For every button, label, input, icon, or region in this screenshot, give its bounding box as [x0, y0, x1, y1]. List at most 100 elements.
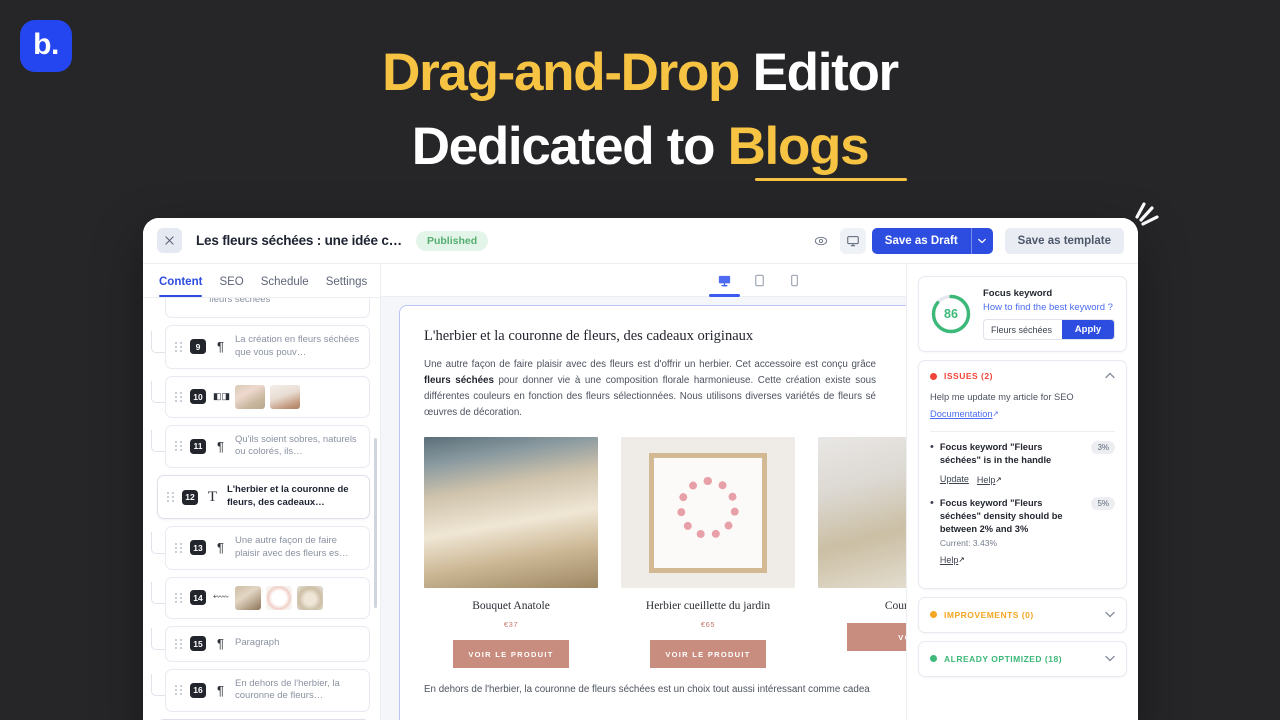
block-card[interactable]: 13 ¶ Une autre façon de faire plaisir av…	[165, 525, 370, 570]
chevron-down-icon[interactable]	[1105, 654, 1115, 664]
block-list-item[interactable]: 9 ¶ La création en fleurs séchées que vo…	[151, 325, 370, 369]
drag-handle-icon[interactable]	[175, 441, 183, 452]
close-editor-button[interactable]	[157, 228, 182, 253]
seo-documentation-link[interactable]: Documentation	[930, 409, 993, 419]
block-card[interactable]: 16 ¶ En dehors de l'herbier, la couronne…	[165, 668, 370, 713]
seo-score-ring: 86	[930, 293, 972, 335]
seo-issue-help-link[interactable]: Help	[940, 555, 959, 565]
block-card[interactable]: 15 ¶ Paragraph	[165, 625, 370, 662]
block-list-item-partial[interactable]: fleurs séchées	[151, 298, 370, 318]
drag-handle-icon[interactable]	[175, 592, 183, 603]
product-cta-button[interactable]: VOIR LE PRODUIT	[453, 640, 569, 668]
product-cta-button[interactable]: VOIR LE PRODUIT	[650, 640, 766, 668]
seo-issue-help-link[interactable]: Help	[977, 475, 996, 485]
thumbnail	[235, 585, 261, 610]
tab-settings[interactable]: Settings	[326, 276, 368, 297]
device-mobile-button[interactable]	[787, 264, 802, 297]
save-as-draft-button[interactable]: Save as Draft	[871, 227, 971, 254]
seo-issue-item: • Focus keyword "Fleurs séchées" is in t…	[930, 441, 1115, 487]
tab-schedule[interactable]: Schedule	[261, 276, 309, 297]
save-options-caret-button[interactable]	[970, 227, 993, 254]
product-tag-icon: ⬳	[213, 591, 229, 603]
product-card[interactable]: Herbier cueillette du jardin €65 VOIR LE…	[621, 437, 795, 668]
block-list-item[interactable]: 16 ¶ En dehors de l'herbier, la couronne…	[151, 668, 370, 713]
paragraph-part-1: Une autre façon de faire plaisir avec de…	[424, 359, 876, 370]
tree-connector	[151, 298, 165, 306]
thumbnail	[297, 585, 323, 610]
block-label: Qu'ils soient sobres, naturels ou coloré…	[235, 433, 357, 458]
block-list-item[interactable]: 10 ◧◨	[151, 375, 370, 418]
apply-keyword-button[interactable]: Apply	[1062, 320, 1114, 339]
block-list-item[interactable]: 14 ⬳	[151, 576, 370, 619]
seo-section-header[interactable]: ISSUES (2)	[919, 361, 1126, 391]
app-topbar: Les fleurs séchées : une idée c… Publish…	[143, 218, 1138, 264]
chevron-down-icon[interactable]	[1105, 610, 1115, 620]
drag-handle-icon[interactable]	[175, 542, 183, 553]
block-card[interactable]: 14 ⬳	[165, 576, 370, 619]
block-list-item[interactable]: 15 ¶ Paragraph	[151, 625, 370, 662]
block-list[interactable]: fleurs séchées 9 ¶ La création en fleurs…	[143, 298, 380, 720]
save-as-template-button[interactable]: Save as template	[1004, 227, 1124, 254]
block-number-badge: 12	[182, 489, 198, 505]
block-card[interactable]: 10 ◧◨	[165, 375, 370, 418]
drag-handle-icon[interactable]	[167, 492, 175, 503]
block-card[interactable]: 9 ¶ La création en fleurs séchées que vo…	[165, 325, 370, 369]
seo-issue-current: Current: 3.43%	[939, 537, 998, 548]
tree-connector	[151, 531, 165, 554]
block-thumbnails	[235, 585, 323, 610]
block-number-badge: 10	[190, 389, 206, 405]
block-list-item-selected[interactable]: 12 T L'herbier et la couronne de fleurs,…	[151, 475, 370, 519]
seo-issue-help-group[interactable]: Help↗	[977, 470, 1002, 488]
block-card[interactable]: fleurs séchées	[165, 298, 370, 318]
preview-eye-button[interactable]	[808, 228, 834, 254]
save-draft-group: Save as Draft	[871, 227, 993, 254]
tree-connector	[151, 430, 165, 453]
seo-issue-help-group[interactable]: Help↗	[940, 550, 965, 568]
seo-issue-actions: Help↗	[940, 550, 1082, 568]
block-list-item[interactable]: 13 ¶ Une autre façon de faire plaisir av…	[151, 525, 370, 570]
drag-handle-icon[interactable]	[175, 638, 183, 649]
block-list-scrollbar[interactable]	[374, 438, 377, 608]
paragraph-icon: ¶	[217, 540, 224, 556]
headline-line-2: Dedicated to Blogs	[0, 110, 1280, 184]
external-link-icon: ↗	[958, 554, 965, 564]
block-number-badge: 11	[190, 438, 206, 454]
block-card[interactable]: 11 ¶ Qu'ils soient sobres, naturels ou c…	[165, 424, 370, 469]
block-card[interactable]: 12 T L'herbier et la couronne de fleurs,…	[157, 475, 370, 519]
eye-icon	[814, 236, 827, 245]
chevron-up-glyph	[1105, 372, 1115, 379]
left-panel: Content SEO Schedule Settings fleurs séc…	[143, 264, 381, 720]
drag-handle-icon[interactable]	[175, 341, 183, 352]
desktop-icon	[718, 275, 731, 286]
focus-keyword-input[interactable]: Fleurs séchées	[984, 325, 1062, 335]
paragraph-icon: ¶	[217, 682, 224, 698]
device-preview-button[interactable]	[839, 227, 866, 254]
seo-section-header[interactable]: ALREADY OPTIMIZED (18)	[919, 642, 1126, 676]
block-label: Une autre façon de faire plaisir avec de…	[235, 534, 349, 559]
drag-handle-icon[interactable]	[175, 685, 183, 696]
focus-keyword-field[interactable]: Fleurs séchées Apply	[983, 319, 1115, 340]
tree-connector	[151, 380, 165, 403]
status-dot-icon	[930, 611, 937, 619]
focus-keyword-help-link[interactable]: How to find the best keyword ?	[983, 302, 1115, 313]
block-label: En dehors de l'herbier, la couronne de f…	[235, 677, 340, 702]
mobile-icon	[791, 274, 798, 286]
seo-issue-badge: 3%	[1091, 441, 1115, 455]
headline-rest-1: Editor	[739, 43, 900, 102]
status-dot-icon	[930, 655, 937, 663]
drag-handle-icon[interactable]	[175, 391, 183, 402]
product-card[interactable]: Bouquet Anatole €37 VOIR LE PRODUIT	[424, 437, 598, 668]
device-tablet-button[interactable]	[752, 264, 767, 297]
tab-seo[interactable]: SEO	[219, 276, 243, 297]
block-list-item[interactable]: 11 ¶ Qu'ils soient sobres, naturels ou c…	[151, 424, 370, 469]
block-thumbnails	[235, 384, 300, 409]
desktop-preview-icon	[847, 235, 859, 246]
tab-content[interactable]: Content	[159, 276, 203, 297]
device-desktop-button[interactable]	[709, 264, 740, 297]
headline-line-1: Drag-and-Drop Editor	[0, 36, 1280, 110]
seo-issue-update-link[interactable]: Update	[940, 474, 969, 484]
chevron-up-icon[interactable]	[1105, 371, 1115, 381]
product-image	[424, 437, 598, 588]
article-paragraph-bottom: En dehors de l'herbier, la couronne de f…	[424, 684, 870, 695]
seo-section-header[interactable]: IMPROVEMENTS (0)	[919, 598, 1126, 632]
